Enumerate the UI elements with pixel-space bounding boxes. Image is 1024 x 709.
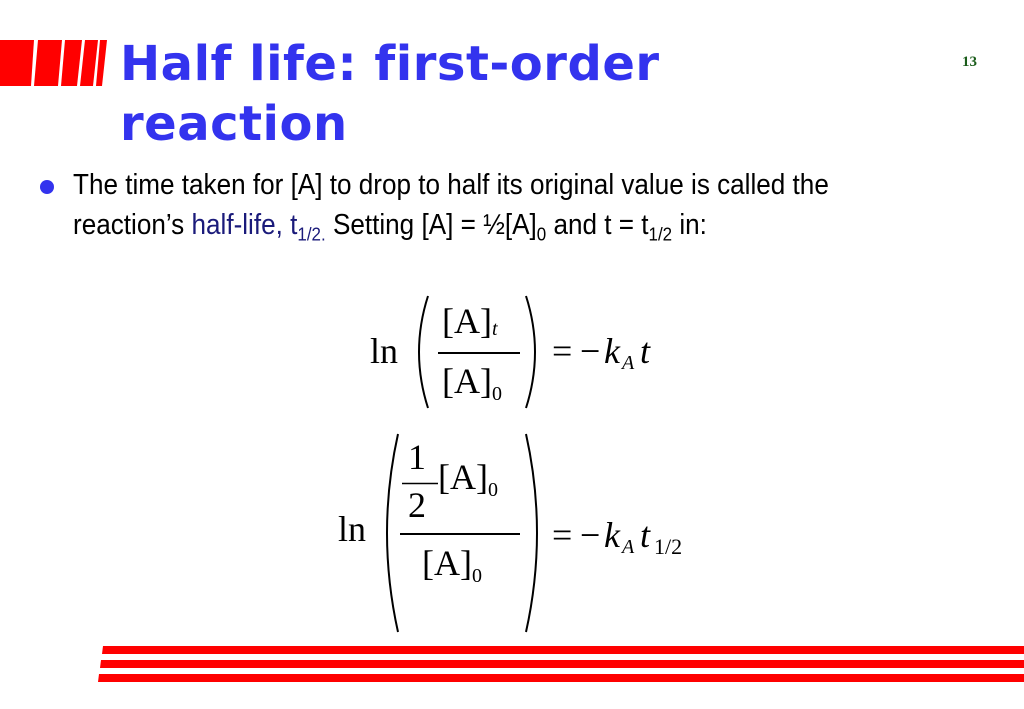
equation-half-life-substitution: ln 1 2 [A]0 [A]0 = − k A t 1/2 (338, 430, 738, 635)
slide-number: 13 (962, 54, 977, 70)
half-numerator: 1 (408, 437, 426, 477)
bullet-line-2-prefix: reaction’s (73, 209, 192, 241)
denominator: [A]0 (442, 360, 502, 405)
denominator-subscript: 0 (471, 565, 482, 587)
title-stripes-decoration (0, 40, 107, 86)
time-variable: t (640, 331, 651, 371)
rate-constant-k: k (604, 331, 620, 371)
numerator-subscript: 0 (487, 479, 498, 501)
ln-label: ln (370, 331, 399, 371)
equals-sign: = (552, 515, 573, 555)
numerator: [A]0 (438, 456, 498, 501)
fraction-bar (400, 533, 520, 535)
setting-subscript: 0 (536, 223, 547, 245)
fraction-bar (438, 352, 520, 354)
stripe (34, 40, 62, 86)
numerator-subscript: t (491, 318, 498, 340)
left-paren (418, 295, 429, 409)
footer-stripe (102, 646, 1024, 654)
left-paren (386, 433, 399, 633)
setting-text: Setting [A] = ½[A] (325, 209, 537, 241)
denominator-text: [A] (422, 543, 472, 583)
denominator-subscript: 0 (491, 383, 502, 405)
in-text: in: (672, 209, 707, 241)
rate-constant-subscript: A (622, 352, 635, 374)
footer-stripes-decoration (98, 646, 1024, 682)
denominator: [A]0 (422, 542, 482, 587)
right-paren (525, 433, 538, 633)
numerator: [A]t (442, 300, 498, 342)
rate-constant-subscript: A (622, 536, 635, 558)
half-life-label: half-life, t (191, 209, 298, 241)
stripe (80, 40, 98, 86)
stripe (61, 40, 82, 86)
title-line-2: reaction (120, 96, 348, 152)
stripe (0, 40, 34, 86)
half-life-term: half-life, t1/2. (191, 209, 325, 244)
footer-stripe (100, 660, 1024, 668)
slide-title: Half life: first-order reaction (120, 34, 880, 154)
footer-stripe (98, 674, 1024, 682)
numerator-text: [A] (438, 457, 488, 497)
bullet-line-1: The time taken for [A] to drop to half i… (73, 169, 829, 201)
minus-sign: − (580, 331, 601, 371)
and-t-subscript: 1/2 (648, 223, 673, 245)
time-variable: t (640, 515, 651, 555)
and-t-text: and t = t (546, 209, 649, 241)
bullet-icon (40, 180, 54, 194)
half-life-subscript: 1/2. (297, 223, 326, 245)
ln-label: ln (338, 509, 367, 549)
equals-sign: = (552, 331, 573, 371)
numerator-text: [A] (442, 301, 492, 341)
denominator-text: [A] (442, 361, 492, 401)
equation-first-order-rate-law: ln [A]t [A]0 = − k A t (370, 292, 690, 412)
bullet-text: The time taken for [A] to drop to half i… (73, 165, 883, 245)
half-life-subscript: 1/2 (654, 534, 683, 559)
right-paren (525, 295, 536, 409)
title-line-1: Half life: first-order (120, 36, 660, 92)
rate-constant-k: k (604, 515, 620, 555)
half-denominator: 2 (408, 485, 426, 525)
stripe (96, 40, 107, 86)
minus-sign: − (580, 515, 601, 555)
